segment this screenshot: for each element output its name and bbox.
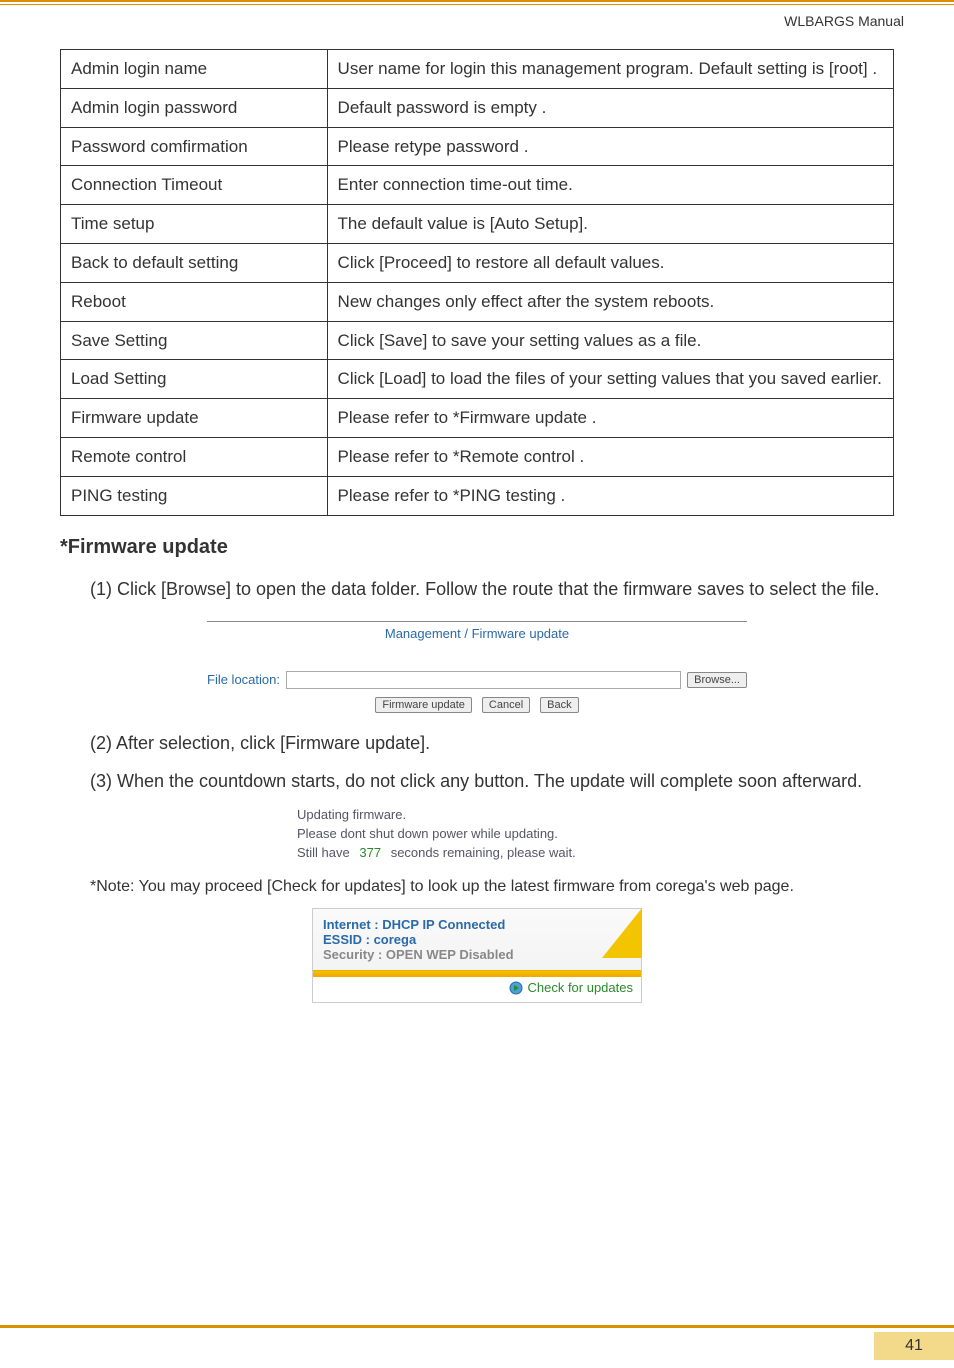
table-row: Admin login nameUser name for login this… <box>61 50 894 89</box>
updating-l3-post: seconds remaining, please wait. <box>391 845 576 860</box>
setting-description: Please refer to *PING testing . <box>327 476 893 515</box>
step-3: (3) When the countdown starts, do not cl… <box>90 769 894 793</box>
cancel-button[interactable]: Cancel <box>482 697 530 713</box>
setting-description: Please retype password . <box>327 127 893 166</box>
setting-name: Remote control <box>61 437 328 476</box>
step-1: (1) Click [Browse] to open the data fold… <box>90 577 894 601</box>
setting-name: Time setup <box>61 205 328 244</box>
updating-line-2: Please dont shut down power while updati… <box>297 826 657 841</box>
setting-description: Click [Proceed] to restore all default v… <box>327 243 893 282</box>
setting-description: Please refer to *Remote control . <box>327 437 893 476</box>
refresh-arrow-icon <box>509 981 523 995</box>
status-internet-label: Internet <box>323 917 371 932</box>
firmware-update-button[interactable]: Firmware update <box>375 697 472 713</box>
footer-rule <box>0 1325 954 1328</box>
table-row: Time setupThe default value is [Auto Set… <box>61 205 894 244</box>
file-location-input[interactable] <box>286 671 681 689</box>
section-title-firmware-update: *Firmware update <box>60 536 894 559</box>
table-row: Back to default settingClick [Proceed] t… <box>61 243 894 282</box>
status-essid-label: ESSID <box>323 932 362 947</box>
setting-name: Admin login password <box>61 88 328 127</box>
updating-firmware-panel: Updating firmware. Please dont shut down… <box>297 807 657 860</box>
setting-description: Default password is empty . <box>327 88 893 127</box>
check-for-updates-link[interactable]: Check for updates <box>509 980 633 995</box>
setting-name: Load Setting <box>61 360 328 399</box>
status-security-label: Security <box>323 947 374 962</box>
step-2: (2) After selection, click [Firmware upd… <box>90 731 894 755</box>
updating-l3-pre: Still have <box>297 845 350 860</box>
setting-name: Reboot <box>61 282 328 321</box>
setting-description: Please refer to *Firmware update . <box>327 399 893 438</box>
table-row: PING testingPlease refer to *PING testin… <box>61 476 894 515</box>
panel-divider <box>207 621 747 622</box>
setting-description: User name for login this management prog… <box>327 50 893 89</box>
panel-breadcrumb: Management / Firmware update <box>207 626 747 641</box>
status-internet: Internet : DHCP IP Connected <box>323 917 631 932</box>
status-essid: ESSID : corega <box>323 932 631 947</box>
table-row: Connection TimeoutEnter connection time-… <box>61 166 894 205</box>
back-button[interactable]: Back <box>540 697 578 713</box>
status-security: Security : OPEN WEP Disabled <box>323 947 631 962</box>
updating-countdown-seconds: 377 <box>359 845 381 860</box>
setting-description: Click [Load] to load the files of your s… <box>327 360 893 399</box>
check-for-updates-label: Check for updates <box>527 980 633 995</box>
table-row: Save SettingClick [Save] to save your se… <box>61 321 894 360</box>
note-check-for-updates: *Note: You may proceed [Check for update… <box>90 876 864 898</box>
setting-name: Firmware update <box>61 399 328 438</box>
table-row: Admin login passwordDefault password is … <box>61 88 894 127</box>
setting-name: Save Setting <box>61 321 328 360</box>
page-content: Admin login nameUser name for login this… <box>0 29 954 1003</box>
setting-description: New changes only effect after the system… <box>327 282 893 321</box>
browse-button[interactable]: Browse... <box>687 672 747 688</box>
status-widget: Internet : DHCP IP Connected ESSID : cor… <box>312 908 642 1003</box>
setting-name: Connection Timeout <box>61 166 328 205</box>
page-number: 41 <box>874 1332 954 1360</box>
table-row: RebootNew changes only effect after the … <box>61 282 894 321</box>
setting-description: Enter connection time-out time. <box>327 166 893 205</box>
status-security-value: : OPEN WEP Disabled <box>378 947 514 962</box>
status-internet-value: : DHCP IP Connected <box>374 917 505 932</box>
table-row: Firmware updatePlease refer to *Firmware… <box>61 399 894 438</box>
setting-name: Back to default setting <box>61 243 328 282</box>
settings-description-table: Admin login nameUser name for login this… <box>60 49 894 516</box>
setting-name: PING testing <box>61 476 328 515</box>
setting-description: The default value is [Auto Setup]. <box>327 205 893 244</box>
doc-header: WLBARGS Manual <box>0 5 954 29</box>
status-essid-value: : corega <box>366 932 417 947</box>
updating-line-3: Still have 377 seconds remaining, please… <box>297 845 657 860</box>
file-location-label: File location: <box>207 672 280 687</box>
firmware-update-panel: Management / Firmware update File locati… <box>207 615 747 713</box>
setting-description: Click [Save] to save your setting values… <box>327 321 893 360</box>
table-row: Load SettingClick [Load] to load the fil… <box>61 360 894 399</box>
updating-line-1: Updating firmware. <box>297 807 657 822</box>
setting-name: Password comfirmation <box>61 127 328 166</box>
top-rule <box>0 0 954 2</box>
setting-name: Admin login name <box>61 50 328 89</box>
table-row: Remote controlPlease refer to *Remote co… <box>61 437 894 476</box>
table-row: Password comfirmationPlease retype passw… <box>61 127 894 166</box>
